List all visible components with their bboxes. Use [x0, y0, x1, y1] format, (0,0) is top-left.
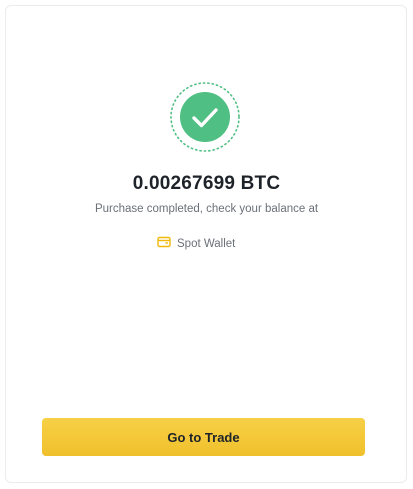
spot-wallet-label: Spot Wallet [177, 238, 236, 250]
purchase-amount: 0.00267699 BTC [132, 173, 281, 194]
check-circle-icon [170, 82, 240, 152]
purchase-message: Purchase completed, check your balance a… [94, 203, 319, 215]
go-to-trade-button[interactable]: Go to Trade [42, 418, 365, 456]
wallet-icon [157, 235, 171, 253]
spot-wallet-link[interactable]: Spot Wallet [157, 235, 235, 253]
success-status [169, 81, 241, 153]
